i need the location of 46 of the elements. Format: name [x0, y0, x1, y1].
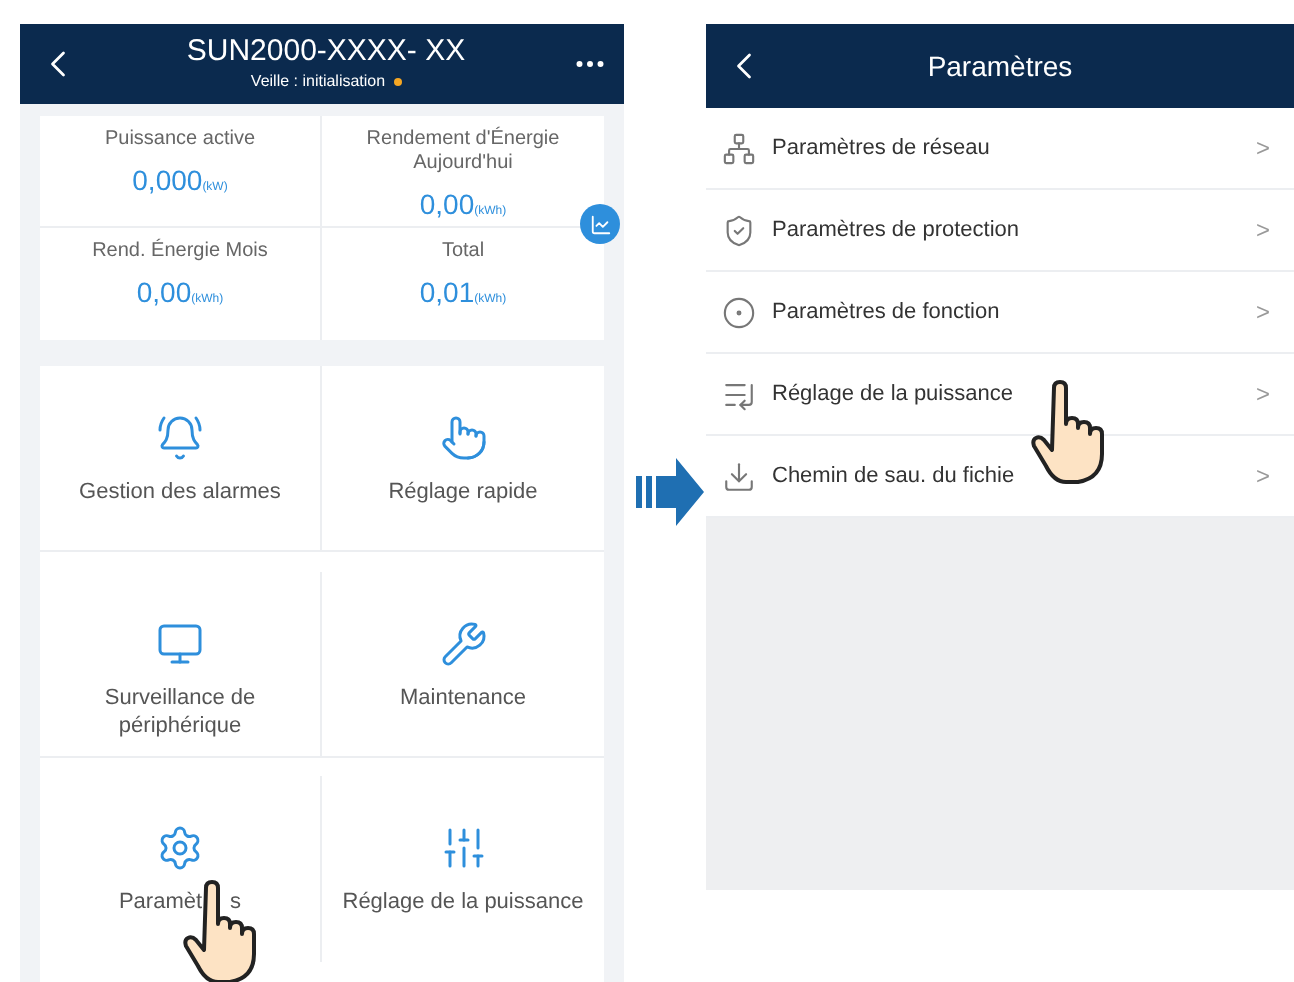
status-text: Veille : initialisation	[250, 70, 386, 94]
screen-title: Paramètres	[925, 47, 1075, 85]
network-icon	[722, 131, 756, 165]
device-title: SUN2000-XXXX- XX	[186, 34, 466, 70]
chevron: >	[1255, 460, 1270, 494]
tile-label: Maintenance	[400, 683, 526, 712]
settings-row[interactable]: Paramètres de fonction >	[706, 272, 1294, 354]
menu-tile[interactable]: Surveillance de périphérique	[40, 571, 322, 758]
monitor-icon	[156, 619, 204, 668]
bell-icon	[156, 414, 204, 462]
line-chart-icon	[589, 213, 611, 235]
tile-label: Paramèt	[118, 888, 203, 917]
chart-button[interactable]	[580, 204, 620, 244]
tile-label: Réglage rapide	[388, 478, 538, 506]
row-label: Paramètres de protection	[772, 215, 1020, 246]
shield-icon	[722, 213, 756, 247]
menu-tile[interactable]: Réglage rapide	[322, 366, 604, 552]
settings-row[interactable]: Paramètres de protection >	[706, 190, 1294, 272]
chevron: >	[1255, 296, 1270, 330]
row-label: Paramètres de fonction	[772, 297, 1000, 328]
tile-label: Réglage de la puissance	[342, 888, 584, 917]
download-icon	[722, 459, 756, 493]
settings-icon	[156, 824, 204, 873]
pointing-hand-icon	[1030, 380, 1110, 484]
menu-tile[interactable]: Réglage de la puissance	[322, 776, 604, 963]
tile-label: Gestion des alarmes	[79, 478, 281, 506]
wrench-icon	[439, 619, 487, 668]
chevron: >	[1255, 378, 1270, 412]
tile-label: s	[230, 888, 242, 917]
stat-label: Total	[439, 240, 487, 264]
row-label: Chemin de sau. du fichie	[772, 461, 1015, 492]
tile-label: Surveillance de périphérique	[102, 683, 258, 740]
circle-dot-icon	[722, 295, 756, 329]
arrow-icon	[636, 456, 704, 528]
pointing-finger-icon	[439, 414, 487, 462]
settings-row[interactable]: Paramètres de réseau >	[706, 108, 1294, 190]
menu-tile[interactable]: Maintenance	[322, 571, 604, 758]
stat-label: Rendement d'Énergie Aujourd'hui	[364, 128, 562, 176]
menu-tile[interactable]: Gestion des alarmes	[40, 366, 322, 552]
sliders-icon	[439, 824, 487, 873]
row-label: Paramètres de réseau	[772, 133, 990, 164]
stat-label: Rend. Énergie Mois	[90, 240, 270, 264]
stat-label: Puissance active	[102, 128, 258, 152]
row-label: Réglage de la puissance	[772, 379, 1013, 410]
chevron: >	[1255, 214, 1270, 248]
chevron: >	[1255, 132, 1270, 166]
